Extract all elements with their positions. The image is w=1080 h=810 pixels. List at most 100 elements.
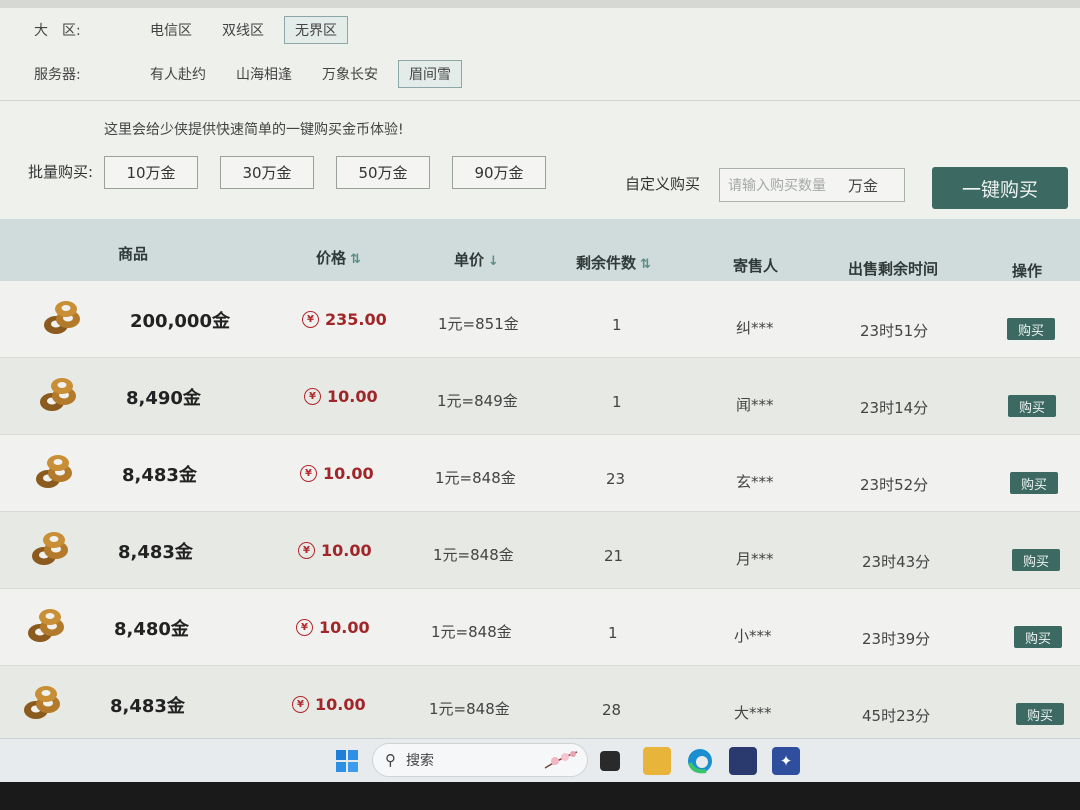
- coin-icon: [36, 374, 82, 414]
- server-option-4[interactable]: 眉间雪: [398, 60, 462, 88]
- table-row: 8,480金 ¥10.00 1元=848金 1 小*** 23时39分 购买: [0, 589, 1080, 666]
- buy-button[interactable]: 购买: [1008, 395, 1056, 417]
- coin-icon: [20, 682, 66, 722]
- unit-price: 1元=848金: [429, 700, 510, 718]
- table-row: 200,000金 ¥235.00 1元=851金 1 纠*** 23时51分 购买: [0, 281, 1080, 358]
- yen-icon: ¥: [300, 465, 317, 482]
- table-row: 8,490金 ¥10.00 1元=849金 1 闻*** 23时14分 购买: [0, 358, 1080, 435]
- time-left: 23时51分: [860, 322, 929, 340]
- region-label: 大 区:: [34, 23, 81, 39]
- bulk-10w-button[interactable]: 10万金: [104, 156, 198, 189]
- coin-icon: [24, 605, 70, 645]
- store-icon[interactable]: [729, 747, 757, 775]
- remaining-count: 21: [604, 547, 624, 565]
- sort-updown-icon[interactable]: ⇅: [350, 252, 361, 267]
- yen-icon: ¥: [304, 388, 321, 405]
- buy-button[interactable]: 购买: [1014, 626, 1062, 648]
- task-view-icon[interactable]: [600, 751, 620, 771]
- item-amount: 8,483金: [122, 465, 197, 486]
- header-remaining[interactable]: 剩余件数 ⇅: [576, 252, 651, 273]
- table-row: 8,483金 ¥10.00 1元=848金 21 月*** 23时43分 购买: [0, 512, 1080, 589]
- header-price[interactable]: 价格 ⇅: [316, 247, 361, 268]
- server-label: 服务器:: [34, 67, 81, 83]
- region-option-dual[interactable]: 双线区: [212, 17, 274, 43]
- app-icon[interactable]: ✦: [772, 747, 800, 775]
- screen-bezel: [0, 782, 1080, 810]
- top-strip: [0, 0, 1080, 8]
- remaining-count: 1: [612, 316, 622, 334]
- file-explorer-icon[interactable]: [643, 747, 671, 775]
- taskbar-search[interactable]: ⚲ 搜索: [372, 743, 588, 777]
- seller-name: 小***: [734, 627, 772, 645]
- seller-name: 玄***: [736, 473, 774, 491]
- region-option-telecom[interactable]: 电信区: [140, 17, 202, 43]
- yen-icon: ¥: [302, 311, 319, 328]
- unit-price: 1元=849金: [437, 392, 518, 410]
- price-value: 10.00: [327, 387, 378, 406]
- custom-amount-unit: 万金: [848, 176, 879, 195]
- item-amount: 200,000金: [130, 311, 230, 332]
- filter-panel: 大 区: 电信区 双线区 无界区 服务器: 有人赴约 山海相逢 万象长安 眉间雪: [0, 8, 1080, 100]
- custom-buy-label: 自定义购买: [625, 175, 701, 193]
- sort-down-icon[interactable]: ↓: [488, 254, 499, 269]
- header-time-left: 出售剩余时间: [848, 260, 939, 278]
- buy-button[interactable]: 购买: [1007, 318, 1055, 340]
- buy-button[interactable]: 购买: [1010, 472, 1058, 494]
- item-price: ¥10.00: [292, 695, 366, 714]
- region-option-wujie[interactable]: 无界区: [284, 16, 348, 44]
- item-amount: 8,483金: [110, 696, 185, 717]
- unit-price: 1元=848金: [435, 469, 516, 487]
- bulk-50w-button[interactable]: 50万金: [336, 156, 430, 189]
- header-price-label: 价格: [316, 249, 347, 267]
- time-left: 45时23分: [862, 707, 931, 725]
- price-value: 10.00: [323, 464, 374, 483]
- time-left: 23时43分: [862, 553, 931, 571]
- yen-icon: ¥: [292, 696, 309, 713]
- bulk-90w-button[interactable]: 90万金: [452, 156, 546, 189]
- remaining-count: 28: [602, 701, 622, 719]
- time-left: 23时14分: [860, 399, 929, 417]
- header-action: 操作: [1012, 262, 1043, 280]
- remaining-count: 1: [612, 393, 622, 411]
- table-row: 8,483金 ¥10.00 1元=848金 28 大*** 45时23分 购买: [0, 666, 1080, 743]
- buy-button[interactable]: 购买: [1016, 703, 1064, 725]
- header-item: 商品: [118, 245, 149, 263]
- item-price: ¥10.00: [300, 464, 374, 483]
- item-amount: 8,483金: [118, 542, 193, 563]
- item-price: ¥10.00: [298, 541, 372, 560]
- bulk-30w-button[interactable]: 30万金: [220, 156, 314, 189]
- buy-button[interactable]: 购买: [1012, 549, 1060, 571]
- coin-icon: [40, 297, 86, 337]
- header-unit-price[interactable]: 单价 ↓: [454, 249, 499, 270]
- seller-name: 大***: [734, 704, 772, 722]
- yen-icon: ¥: [298, 542, 315, 559]
- price-value: 235.00: [325, 310, 387, 329]
- price-value: 10.00: [319, 618, 370, 637]
- server-option-2[interactable]: 山海相逢: [226, 61, 302, 87]
- time-left: 23时52分: [860, 476, 929, 494]
- unit-price: 1元=851金: [438, 315, 519, 333]
- item-price: ¥235.00: [302, 310, 387, 329]
- windows-start-icon[interactable]: [333, 747, 361, 775]
- seller-name: 月***: [736, 550, 774, 568]
- one-click-buy-button[interactable]: 一键购买: [932, 167, 1068, 209]
- edge-browser-icon[interactable]: [686, 747, 714, 775]
- taskbar: ⚲ 搜索 ✦: [0, 738, 1080, 782]
- seller-name: 闻***: [736, 396, 774, 414]
- server-option-3[interactable]: 万象长安: [312, 61, 388, 87]
- header-unit-price-label: 单价: [454, 251, 485, 269]
- custom-amount-input[interactable]: 请输入购买数量 万金: [719, 168, 905, 202]
- sort-updown-icon[interactable]: ⇅: [640, 257, 651, 272]
- item-price: ¥10.00: [304, 387, 378, 406]
- time-left: 23时39分: [862, 630, 931, 648]
- custom-amount-placeholder: 请输入购买数量: [728, 178, 826, 194]
- bulk-buy-label: 批量购买:: [28, 163, 94, 181]
- table-row: 8,483金 ¥10.00 1元=848金 23 玄*** 23时52分 购买: [0, 435, 1080, 512]
- price-value: 10.00: [315, 695, 366, 714]
- quick-buy-tip: 这里会给少侠提供快速简单的一键购买金币体验!: [104, 122, 404, 138]
- unit-price: 1元=848金: [433, 546, 514, 564]
- item-amount: 8,490金: [126, 388, 201, 409]
- item-price: ¥10.00: [296, 618, 370, 637]
- server-option-1[interactable]: 有人赴约: [140, 61, 216, 87]
- item-amount: 8,480金: [114, 619, 189, 640]
